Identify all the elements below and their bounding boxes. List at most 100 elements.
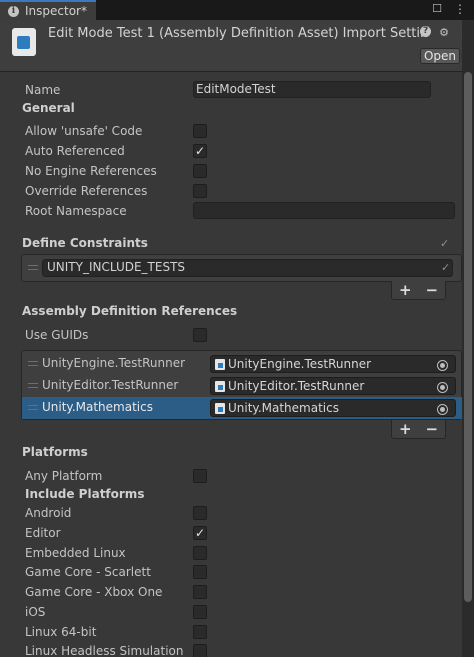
platform-linux64-checkbox[interactable]: [193, 625, 207, 639]
include-platforms-header: Include Platforms: [0, 484, 462, 504]
platform-label: Linux 64-bit: [25, 625, 97, 639]
inspector-scrollbar[interactable]: [462, 20, 474, 657]
allow-unsafe-label: Allow 'unsafe' Code: [25, 124, 143, 138]
assembly-ref-object-field[interactable]: Unity.Mathematics: [210, 399, 456, 417]
tab-inspector-label: Inspector*: [25, 4, 87, 18]
platforms-header: Platforms: [0, 442, 462, 462]
assembly-ref-label: UnityEngine.TestRunner: [42, 356, 186, 370]
assembly-definition-icon: [12, 28, 36, 56]
settings-icon[interactable]: ⚙: [439, 26, 449, 39]
use-guids-row: Use GUIDs: [0, 325, 462, 345]
platform-item-linux64: Linux 64-bit: [0, 622, 462, 642]
root-namespace-label: Root Namespace: [25, 204, 127, 218]
assembly-ref-label: Unity.Mathematics: [42, 400, 153, 414]
no-engine-references-checkbox[interactable]: [193, 164, 207, 178]
platform-editor-checkbox[interactable]: ✓: [193, 526, 207, 540]
more-menu-icon[interactable]: ⋮: [454, 2, 466, 16]
header-title: Edit Mode Test 1 (Assembly Definition As…: [48, 26, 428, 41]
general-header: General: [0, 98, 462, 118]
override-references-label: Override References: [25, 184, 148, 198]
general-item-no-engine-refs: No Engine References: [0, 161, 462, 181]
list-item[interactable]: UnityEditor.TestRunner UnityEditor.TestR…: [22, 375, 462, 397]
general-title: General: [22, 101, 75, 115]
define-constraints-valid-icon: ✓: [440, 236, 450, 250]
any-platform-label: Any Platform: [25, 469, 103, 483]
assembly-ref-label: UnityEditor.TestRunner: [42, 378, 179, 392]
platform-label: Embedded Linux: [25, 546, 126, 560]
lock-icon[interactable]: ☐: [432, 2, 442, 16]
platforms-title: Platforms: [22, 445, 88, 459]
assembly-definition-icon: [215, 381, 225, 392]
constraint-valid-icon: ✓: [441, 261, 451, 274]
platform-linux-headless-checkbox[interactable]: [193, 644, 207, 657]
allow-unsafe-checkbox[interactable]: [193, 124, 207, 138]
drag-handle-icon[interactable]: [28, 383, 38, 388]
drag-handle-icon[interactable]: [28, 405, 38, 410]
use-guids-checkbox[interactable]: [193, 328, 207, 342]
assembly-definition-icon: [215, 403, 225, 414]
platform-item-gamecore-xboxone: Game Core - Xbox One: [0, 582, 462, 602]
platform-embedded-linux-checkbox[interactable]: [193, 546, 207, 560]
platform-item-gamecore-scarlett: Game Core - Scarlett: [0, 562, 462, 582]
define-constraints-add-remove: + −: [391, 281, 446, 300]
tab-actions: ☐ ⋮: [432, 2, 466, 16]
remove-constraint-button[interactable]: −: [422, 281, 442, 300]
remove-reference-button[interactable]: −: [422, 420, 442, 439]
object-picker-icon[interactable]: [437, 360, 448, 371]
platform-label: Game Core - Xbox One: [25, 585, 163, 599]
platform-item-android: Android: [0, 503, 462, 523]
inspector-header: Edit Mode Test 1 (Assembly Definition As…: [0, 20, 474, 72]
platform-label: Android: [25, 506, 72, 520]
scrollbar-thumb[interactable]: [464, 72, 472, 602]
define-constraint-value: UNITY_INCLUDE_TESTS: [47, 260, 186, 274]
drag-handle-icon[interactable]: [28, 265, 38, 270]
any-platform-row: Any Platform: [0, 466, 462, 486]
general-item-allow-unsafe: Allow 'unsafe' Code: [0, 121, 462, 141]
define-constraints-list: UNITY_INCLUDE_TESTS ✓: [21, 254, 462, 282]
root-namespace-field[interactable]: [193, 202, 455, 219]
any-platform-checkbox[interactable]: [193, 469, 207, 483]
assembly-refs-title: Assembly Definition References: [22, 304, 238, 318]
inspector-content: Name EditModeTest General Allow 'unsafe'…: [0, 72, 474, 657]
assembly-ref-object-field[interactable]: UnityEngine.TestRunner: [210, 355, 456, 373]
object-picker-icon[interactable]: [437, 382, 448, 393]
platform-item-embedded-linux: Embedded Linux: [0, 543, 462, 563]
override-references-checkbox[interactable]: [193, 184, 207, 198]
use-guids-label: Use GUIDs: [25, 328, 89, 342]
list-item-selected[interactable]: Unity.Mathematics Unity.Mathematics: [22, 397, 462, 419]
platform-label: Editor: [25, 526, 61, 540]
tab-bar: i Inspector* ☐ ⋮: [0, 0, 474, 20]
info-icon: i: [8, 5, 19, 17]
drag-handle-icon[interactable]: [28, 361, 38, 366]
add-reference-button[interactable]: +: [395, 420, 415, 439]
name-label: Name: [25, 83, 61, 97]
assembly-ref-value: Unity.Mathematics: [228, 401, 339, 415]
name-row: Name EditModeTest: [0, 80, 462, 100]
define-constraints-title: Define Constraints: [22, 236, 148, 250]
help-icon[interactable]: ?: [420, 26, 432, 37]
platform-label: Linux Headless Simulation: [25, 644, 184, 657]
general-item-auto-referenced: Auto Referenced ✓: [0, 141, 462, 161]
define-constraints-header: Define Constraints ✓: [0, 233, 462, 253]
platform-gamecore-xboxone-checkbox[interactable]: [193, 585, 207, 599]
auto-referenced-checkbox[interactable]: ✓: [193, 144, 207, 158]
platform-gamecore-scarlett-checkbox[interactable]: [193, 565, 207, 579]
object-picker-icon[interactable]: [437, 404, 448, 415]
platform-ios-checkbox[interactable]: [193, 605, 207, 619]
tab-inspector[interactable]: i Inspector*: [0, 0, 96, 20]
open-button[interactable]: Open: [420, 48, 460, 64]
platform-label: iOS: [25, 605, 46, 619]
platform-item-linux-headless: Linux Headless Simulation: [0, 641, 462, 657]
add-constraint-button[interactable]: +: [395, 281, 415, 300]
assembly-ref-object-field[interactable]: UnityEditor.TestRunner: [210, 377, 456, 395]
platform-item-editor: Editor ✓: [0, 523, 462, 543]
assembly-ref-value: UnityEditor.TestRunner: [228, 379, 365, 393]
list-item[interactable]: UnityEngine.TestRunner UnityEngine.TestR…: [22, 353, 462, 375]
platform-android-checkbox[interactable]: [193, 506, 207, 520]
assembly-refs-header: Assembly Definition References: [0, 301, 462, 321]
general-item-override-refs: Override References: [0, 181, 462, 201]
auto-referenced-label: Auto Referenced: [25, 144, 125, 158]
platform-label: Game Core - Scarlett: [25, 565, 151, 579]
platform-item-ios: iOS: [0, 602, 462, 622]
include-platforms-title: Include Platforms: [25, 487, 145, 501]
